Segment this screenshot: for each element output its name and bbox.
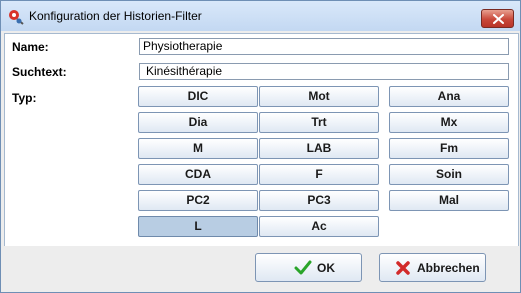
ok-label: OK (317, 261, 335, 275)
name-label: Name: (12, 40, 49, 54)
close-icon (493, 14, 504, 24)
search-text-input[interactable]: Kinésithérapie (139, 63, 509, 80)
filter-config-dialog: Konfiguration der Historien-Filter Name:… (0, 0, 521, 293)
type-button-mx[interactable]: Mx (389, 112, 509, 133)
button-bar: OK Abbrechen (1, 246, 520, 292)
type-button-m[interactable]: M (138, 138, 258, 159)
name-input[interactable]: Physiotherapie (139, 38, 509, 55)
type-button-lab[interactable]: LAB (259, 138, 379, 159)
type-button-l[interactable]: L (138, 216, 258, 237)
type-button-ac[interactable]: Ac (259, 216, 379, 237)
type-button-dic[interactable]: DIC (138, 86, 258, 107)
search-text-label: Suchtext: (12, 65, 67, 79)
cross-icon (395, 260, 411, 279)
type-button-soin[interactable]: Soin (389, 164, 509, 185)
type-button-mal[interactable]: Mal (389, 190, 509, 211)
type-label: Typ: (12, 91, 37, 105)
type-button-trt[interactable]: Trt (259, 112, 379, 133)
close-button[interactable] (481, 9, 514, 28)
ok-button[interactable]: OK (255, 253, 362, 282)
cancel-button[interactable]: Abbrechen (379, 253, 486, 282)
type-button-ana[interactable]: Ana (389, 86, 509, 107)
cancel-label: Abbrechen (417, 261, 480, 275)
filter-app-icon (8, 9, 24, 25)
title-bar: Konfiguration der Historien-Filter (1, 1, 520, 31)
type-button-pc2[interactable]: PC2 (138, 190, 258, 211)
check-icon (294, 260, 312, 279)
type-button-dia[interactable]: Dia (138, 112, 258, 133)
type-button-cda[interactable]: CDA (138, 164, 258, 185)
type-button-pc3[interactable]: PC3 (259, 190, 379, 211)
type-button-mot[interactable]: Mot (259, 86, 379, 107)
window-title: Konfiguration der Historien-Filter (29, 9, 202, 23)
type-button-fm[interactable]: Fm (389, 138, 509, 159)
type-button-f[interactable]: F (259, 164, 379, 185)
filter-form: Name: Physiotherapie Suchtext: Kinésithé… (4, 33, 519, 247)
